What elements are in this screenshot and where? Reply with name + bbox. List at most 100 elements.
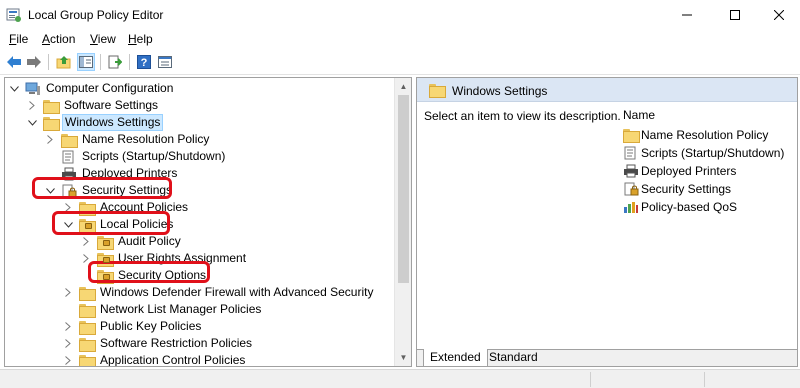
tree-item-account-policies[interactable]: Account Policies xyxy=(63,199,190,216)
up-one-level-button[interactable] xyxy=(55,53,73,71)
tab-extended[interactable]: Extended xyxy=(423,349,488,366)
description-text: Select an item to view its description. xyxy=(424,109,621,123)
tab-standard[interactable]: Standard xyxy=(483,349,544,366)
security-settings-icon xyxy=(61,184,77,198)
svg-text:?: ? xyxy=(141,57,148,69)
chevron-down-icon[interactable] xyxy=(27,114,37,131)
tree-item-windows-settings[interactable]: Windows Settings xyxy=(27,114,164,131)
folder-icon xyxy=(623,128,639,142)
chevron-right-icon[interactable] xyxy=(63,352,73,366)
scroll-up-arrow-icon[interactable]: ▲ xyxy=(395,78,411,95)
status-cell xyxy=(590,372,591,387)
scrollbar-thumb[interactable] xyxy=(398,95,409,283)
tree-item-software-settings[interactable]: Software Settings xyxy=(27,97,160,114)
chevron-right-icon[interactable] xyxy=(63,284,73,301)
list-item-name-resolution-policy[interactable]: Name Resolution Policy xyxy=(623,126,768,143)
maximize-button[interactable] xyxy=(712,0,758,30)
menu-help-accel: H xyxy=(128,32,137,46)
tree-item-label: Security Options xyxy=(118,268,207,282)
list-item-label: Deployed Printers xyxy=(641,163,737,178)
show-hide-tree-icon xyxy=(79,56,93,68)
folder-icon xyxy=(79,201,95,215)
tree-item-software-restriction-policies[interactable]: Software Restriction Policies xyxy=(63,335,254,352)
chevron-right-icon[interactable] xyxy=(81,233,91,250)
status-bar xyxy=(0,369,800,388)
tree-item-application-control-policies[interactable]: Application Control Policies xyxy=(63,352,247,366)
details-pane-title: Windows Settings xyxy=(452,84,548,98)
tree-item-network-list-manager-policies[interactable]: Network List Manager Policies xyxy=(63,301,263,318)
list-item-label: Policy-based QoS xyxy=(641,199,738,214)
tree-item-name-resolution-policy[interactable]: Name Resolution Policy xyxy=(45,131,211,148)
menu-action[interactable]: Action xyxy=(42,32,75,46)
menu-help[interactable]: Help xyxy=(128,32,153,46)
menu-file[interactable]: File xyxy=(9,32,28,46)
chevron-right-icon[interactable] xyxy=(63,335,73,352)
tree-item-security-options[interactable]: Security Options xyxy=(81,267,208,284)
tree-item-security-settings[interactable]: Security Settings xyxy=(45,182,174,199)
tree-item-computer-configuration[interactable]: Computer Configuration xyxy=(9,80,175,97)
chevron-down-icon[interactable] xyxy=(9,80,19,97)
properties-view-button[interactable] xyxy=(156,53,174,71)
forward-button[interactable] xyxy=(25,53,43,71)
folder-icon xyxy=(429,84,446,98)
chevron-down-icon[interactable] xyxy=(45,182,55,199)
tree-item-label: Windows Settings xyxy=(62,114,164,131)
console-tree-pane[interactable]: Computer Configuration Software Settings… xyxy=(4,77,412,367)
printer-icon xyxy=(61,167,77,181)
close-icon xyxy=(774,10,784,20)
list-item-deployed-printers[interactable]: Deployed Printers xyxy=(623,162,736,179)
close-button[interactable] xyxy=(756,0,800,30)
tree-item-label: Computer Configuration xyxy=(46,81,174,95)
menu-view-accel: V xyxy=(90,32,98,46)
maximize-icon xyxy=(730,10,740,20)
list-item-scripts[interactable]: Scripts (Startup/Shutdown) xyxy=(623,144,784,161)
menu-action-accel: A xyxy=(42,32,51,46)
minimize-icon xyxy=(682,14,692,16)
tree-item-public-key-policies[interactable]: Public Key Policies xyxy=(63,318,203,335)
list-item-policy-based-qos[interactable]: Policy-based QoS xyxy=(623,198,737,215)
folder-icon xyxy=(43,116,59,130)
folder-icon xyxy=(79,303,95,317)
folder-icon xyxy=(43,99,59,113)
chevron-right-icon[interactable] xyxy=(45,131,55,148)
tree-item-deployed-printers[interactable]: Deployed Printers xyxy=(45,165,179,182)
tree-item-user-rights-assignment[interactable]: User Rights Assignment xyxy=(81,250,248,267)
computer-icon xyxy=(25,82,41,96)
tree-item-label: User Rights Assignment xyxy=(118,251,247,265)
export-list-icon xyxy=(108,55,122,69)
tree-item-label: Audit Policy xyxy=(118,234,181,248)
tree-item-label: Deployed Printers xyxy=(82,166,178,180)
back-button[interactable] xyxy=(5,53,23,71)
minimize-button[interactable] xyxy=(664,0,710,30)
scroll-down-arrow-icon[interactable]: ▼ xyxy=(395,349,411,366)
locked-folder-icon xyxy=(97,252,113,266)
chevron-right-icon[interactable] xyxy=(63,318,73,335)
list-item-security-settings[interactable]: Security Settings xyxy=(623,180,731,197)
tree-item-windows-defender-firewall[interactable]: Windows Defender Firewall with Advanced … xyxy=(63,284,375,301)
forward-arrow-icon xyxy=(27,56,41,68)
tree-vertical-scrollbar[interactable]: ▲ ▼ xyxy=(394,78,411,366)
chevron-right-icon[interactable] xyxy=(27,97,37,114)
chevron-down-icon[interactable] xyxy=(63,216,73,233)
menu-view[interactable]: View xyxy=(90,32,116,46)
chevron-right-icon[interactable] xyxy=(63,199,73,216)
tree-item-label: Software Settings xyxy=(64,98,159,112)
tree-item-scripts[interactable]: Scripts (Startup/Shutdown) xyxy=(45,148,227,165)
menu-file-label: ile xyxy=(16,32,29,46)
printer-icon xyxy=(623,164,639,178)
help-icon: ? xyxy=(137,55,151,69)
tree-item-audit-policy[interactable]: Audit Policy xyxy=(81,233,183,250)
back-arrow-icon xyxy=(7,56,21,68)
show-hide-tree-button[interactable] xyxy=(77,53,95,71)
details-pane: Windows Settings Select an item to view … xyxy=(416,77,798,367)
name-column-header[interactable]: Name xyxy=(623,108,655,122)
chevron-right-icon[interactable] xyxy=(81,250,91,267)
help-button[interactable]: ? xyxy=(135,53,153,71)
list-item-label: Scripts (Startup/Shutdown) xyxy=(641,145,785,160)
security-settings-icon xyxy=(623,182,639,196)
folder-icon xyxy=(61,133,77,147)
export-list-button[interactable] xyxy=(106,53,124,71)
tree-item-local-policies[interactable]: Local Policies xyxy=(63,216,175,233)
